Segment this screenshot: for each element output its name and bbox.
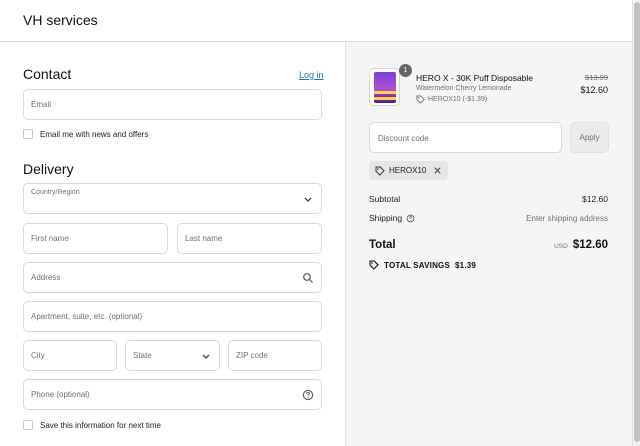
city-placeholder: City [31,351,45,360]
product-thumbnail [369,68,400,106]
shipping-row: Shipping [369,213,415,223]
news-checkbox[interactable] [23,129,33,139]
product-price: $12.60 [580,85,608,95]
product-discount-text: HEROX10 (-$1.39) [428,96,488,103]
total-value-group: USD $12.60 [554,239,608,251]
shipping-label: Shipping [369,213,403,223]
phone-placeholder: Phone (optional) [31,390,90,399]
first-name-field[interactable]: First name [23,223,168,254]
login-link[interactable]: Log in [299,70,324,80]
country-label: Country/Region [31,189,80,196]
close-icon[interactable] [433,166,442,175]
address-placeholder: Address [31,273,61,282]
shipping-value: Enter shipping address [526,214,608,223]
help-circle-icon[interactable] [406,214,415,223]
savings-label: TOTAL SAVINGS [384,260,451,270]
country-select[interactable]: Country/Region [23,183,322,214]
checkout-header: VH services [0,0,632,42]
order-summary: 1 HERO X - 30K Puff Disposable Watermelo… [345,42,632,446]
news-opt-in[interactable]: Email me with news and offers [23,129,148,139]
discount-code-input[interactable]: Discount code [369,122,562,153]
first-name-placeholder: First name [31,234,69,243]
apartment-placeholder: Apartment, suite, etc. (optional) [31,312,143,321]
total-savings: TOTAL SAVINGS $1.39 [369,260,476,270]
chevron-down-icon [304,197,312,202]
original-price: $13.99 [585,73,608,82]
discount-code-placeholder: Discount code [378,134,429,143]
product-variant: Watermelon Cherry Lemonade [416,85,512,92]
currency-code: USD [554,243,568,250]
city-field[interactable]: City [23,340,117,371]
page-scrollbar[interactable] [632,0,640,446]
delivery-title: Delivery [23,161,74,177]
state-label: State [133,351,152,360]
chevron-down-icon [202,354,210,359]
email-placeholder: Email [31,100,52,109]
news-label: Email me with news and offers [40,129,149,139]
apartment-field[interactable]: Apartment, suite, etc. (optional) [23,301,322,332]
save-info-opt-in[interactable]: Save this information for next time [23,420,161,430]
total-amount: $12.60 [572,239,608,251]
last-name-field[interactable]: Last name [177,223,322,254]
phone-field[interactable]: Phone (optional) [23,379,322,410]
contact-title: Contact [23,66,72,82]
address-field[interactable]: Address [23,262,322,293]
state-select[interactable]: State [125,340,220,371]
tag-icon [416,95,425,104]
applied-discount-tag: HEROX10 [369,161,449,180]
apply-button[interactable]: Apply [570,122,609,153]
applied-code-text: HEROX10 [389,166,427,175]
email-field[interactable]: Email [23,89,322,120]
quantity-badge: 1 [399,64,412,77]
zip-placeholder: ZIP code [236,351,268,360]
product-name: HERO X - 30K Puff Disposable [416,73,534,83]
store-name[interactable]: VH services [23,12,98,28]
product-discount: HEROX10 (-$1.39) [416,95,487,104]
subtotal-label: Subtotal [369,194,401,204]
zip-field[interactable]: ZIP code [228,340,322,371]
tag-icon [375,166,385,176]
checkout-form: Contact Log in Email Email me with news … [0,42,345,446]
total-label: Total [369,239,396,251]
last-name-placeholder: Last name [185,234,223,243]
search-icon [303,273,313,283]
help-circle-icon[interactable] [302,389,314,401]
save-info-checkbox[interactable] [23,420,33,430]
tag-icon [369,260,379,270]
subtotal-value: $12.60 [582,194,608,204]
save-info-label: Save this information for next time [40,420,161,430]
scrollbar-thumb[interactable] [634,2,640,442]
savings-value: $1.39 [455,260,477,270]
